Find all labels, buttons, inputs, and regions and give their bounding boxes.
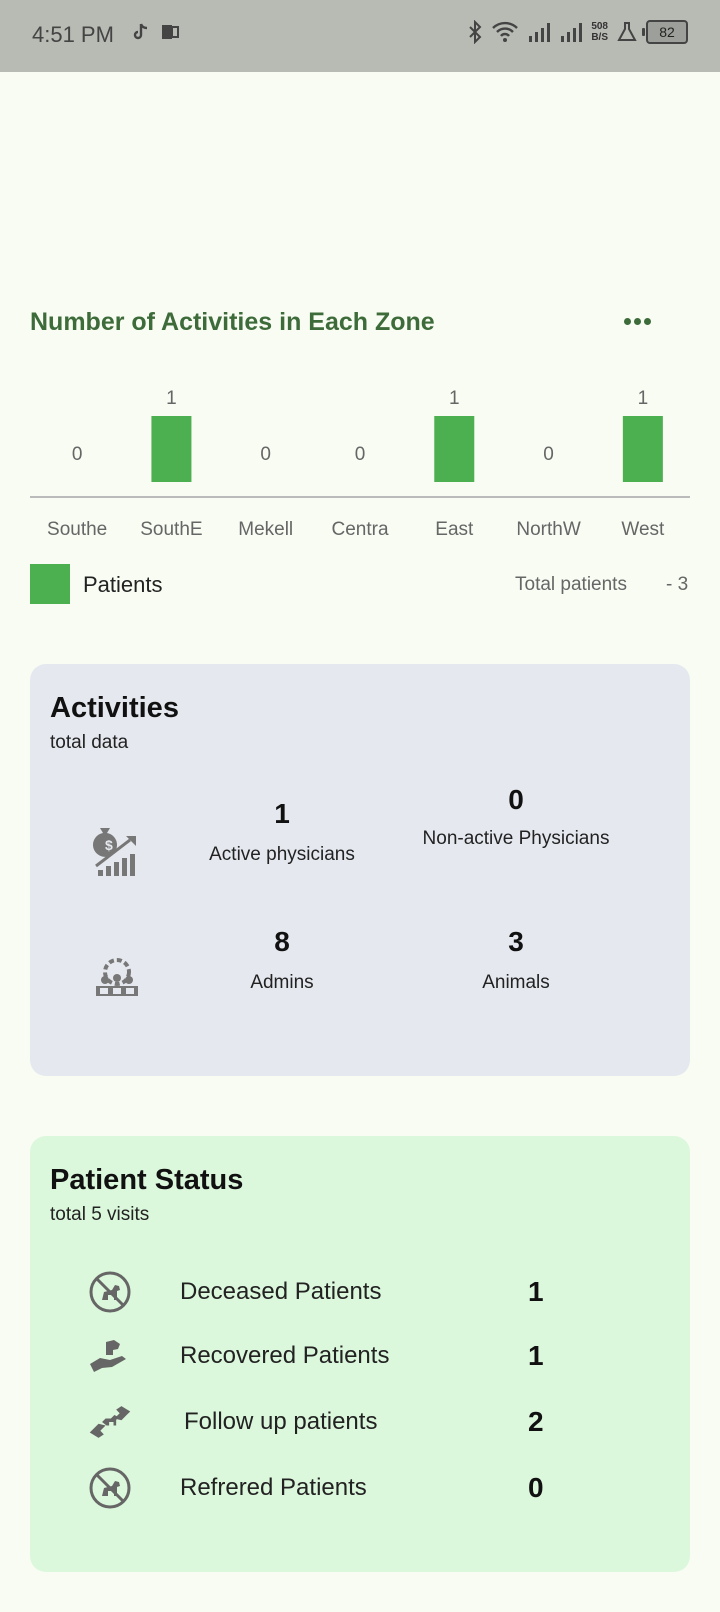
- admins-value: 8: [274, 926, 290, 957]
- hands-pet-icon: [89, 1406, 131, 1438]
- activities-card: Activities total data $ 1 Active physici…: [30, 664, 690, 1076]
- active-physicians-label: Active physicians: [209, 844, 355, 865]
- legend-label: Patients: [83, 572, 163, 597]
- status-row-referred[interactable]: Refrered Patients 0: [88, 1466, 648, 1510]
- admins-label: Admins: [250, 972, 314, 993]
- x-tick-label: East: [435, 519, 474, 540]
- bar-value-label: 1: [166, 388, 177, 409]
- bar-value-label: 0: [260, 444, 271, 465]
- animals-label: Animals: [482, 972, 550, 993]
- app-notification-icon: [162, 25, 179, 39]
- money-growth-icon: $: [93, 828, 136, 876]
- bar-value-label: 0: [543, 444, 554, 465]
- x-tick-label: West: [621, 519, 665, 540]
- status-count: 0: [528, 1472, 544, 1503]
- status-label: Deceased Patients: [180, 1278, 382, 1305]
- flask-icon: [617, 22, 637, 41]
- activities-title: Activities: [50, 692, 179, 724]
- chart-title: Number of Activities in Each Zone: [30, 308, 435, 336]
- tiktok-icon: [133, 23, 148, 40]
- legend-swatch: [30, 564, 70, 604]
- signal-icon-2: [561, 23, 583, 42]
- status-row-recovered[interactable]: Recovered Patients 1: [88, 1334, 648, 1378]
- bar-southe[interactable]: [151, 416, 192, 482]
- status-row-follow-up[interactable]: Follow up patients 2: [88, 1400, 648, 1444]
- status-row-deceased[interactable]: Deceased Patients 1: [88, 1270, 648, 1314]
- status-count: 1: [528, 1276, 544, 1307]
- status-count: 2: [528, 1406, 544, 1437]
- svg-text:$: $: [105, 837, 113, 853]
- bar-value-label: 1: [449, 388, 460, 409]
- activities-subtitle: total data: [50, 732, 129, 753]
- network-speed: 508 B/S: [591, 21, 608, 43]
- bar-east[interactable]: [434, 416, 475, 482]
- bar-value-label: 0: [72, 444, 83, 465]
- patient-status-subtitle: total 5 visits: [50, 1204, 150, 1225]
- x-tick-label: Mekell: [238, 519, 293, 540]
- status-label: Recovered Patients: [180, 1342, 390, 1369]
- no-dog-icon: [89, 1271, 131, 1313]
- team-gear-icon: [96, 958, 138, 996]
- bluetooth-icon: [469, 20, 482, 44]
- bar-value-label: 0: [355, 444, 366, 465]
- animals-value: 3: [508, 926, 524, 957]
- x-tick-label: SouthE: [140, 519, 202, 540]
- bar-west[interactable]: [622, 416, 663, 482]
- x-tick-label: NorthW: [516, 519, 580, 540]
- patient-status-card: Patient Status total 5 visits Deceased P…: [30, 1136, 690, 1572]
- non-active-physicians-value: 0: [508, 784, 524, 815]
- more-options-icon[interactable]: [624, 312, 654, 330]
- total-patients-value: - 3: [666, 574, 689, 595]
- no-dog-icon: [89, 1467, 131, 1509]
- status-count: 1: [528, 1340, 544, 1371]
- wifi-icon: [492, 21, 519, 42]
- total-patients-label: Total patients: [515, 574, 627, 595]
- status-label: Refrered Patients: [180, 1474, 367, 1501]
- bar-value-label: 1: [638, 388, 649, 409]
- battery-icon: 82: [642, 20, 688, 44]
- active-physicians-value: 1: [274, 798, 290, 829]
- status-time: 4:51 PM: [32, 22, 114, 47]
- status-label: Follow up patients: [184, 1408, 378, 1435]
- activities-bar-chart: 0 Southe 1 SouthE 0 Mekell 0 Centra 1 East 0 NorthW…: [30, 388, 690, 540]
- signal-icon: [529, 23, 551, 42]
- non-active-physicians-label: Non-active Physicians: [422, 828, 610, 849]
- x-tick-label: Southe: [47, 519, 107, 540]
- status-bar: 4:51 PM 508 B/S 82: [0, 0, 720, 72]
- x-tick-label: Centra: [331, 519, 388, 540]
- hand-dog-icon: [90, 1340, 126, 1372]
- patient-status-title: Patient Status: [50, 1164, 244, 1196]
